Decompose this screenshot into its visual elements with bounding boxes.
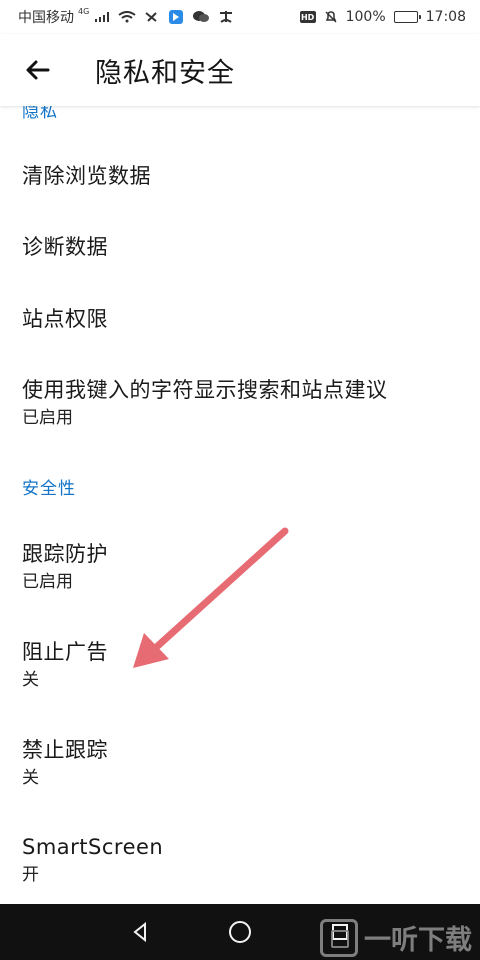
back-button[interactable]: [10, 42, 66, 98]
nav-home-button[interactable]: [218, 910, 262, 954]
triangle-back-icon: [133, 921, 146, 943]
diagnostic-data-label: 诊断数据: [22, 235, 108, 259]
tracking-prevention-item[interactable]: 跟踪防护 已启用: [0, 540, 480, 594]
search-suggestions-item[interactable]: 使用我键入的字符显示搜索和站点建议 已启用: [0, 376, 480, 430]
clear-browsing-data-item[interactable]: 清除浏览数据: [0, 162, 480, 190]
tracking-prevention-status: 已启用: [22, 572, 73, 592]
smartscreen-item[interactable]: SmartScreen 开: [0, 833, 480, 887]
page-title: 隐私和安全: [95, 57, 235, 89]
status-time: 17:08: [425, 9, 466, 25]
watermark-text: 一听下载: [364, 925, 472, 956]
alipay-icon: [218, 10, 234, 24]
smartscreen-label: SmartScreen: [22, 835, 164, 859]
back-arrow-icon: [26, 60, 50, 80]
carrier-name: 中国移动: [18, 10, 74, 26]
network-type: 4G: [78, 6, 90, 16]
muted-call-icon: [144, 10, 160, 24]
bell-off-icon: [324, 10, 338, 24]
status-left: 中国移动 4G: [18, 7, 234, 27]
hd-icon: HD: [299, 11, 316, 23]
circle-home-icon: [229, 921, 251, 943]
status-right: HD 100% 17:08: [299, 9, 466, 25]
security-section-title: 安全性: [22, 479, 76, 499]
do-not-track-label: 禁止跟踪: [22, 738, 108, 762]
do-not-track-item[interactable]: 禁止跟踪 关: [0, 736, 480, 790]
smartscreen-status: 开: [22, 865, 39, 885]
clear-browsing-data-label: 清除浏览数据: [22, 164, 151, 188]
app-header: 隐私和安全: [0, 34, 480, 106]
site-permissions-label: 站点权限: [22, 307, 108, 331]
search-suggestions-label: 使用我键入的字符显示搜索和站点建议: [22, 378, 388, 402]
block-ads-label: 阻止广告: [22, 640, 108, 664]
site-permissions-item[interactable]: 站点权限: [0, 305, 480, 333]
do-not-track-status: 关: [22, 768, 39, 788]
privacy-section-title: 隐私: [22, 106, 58, 122]
wifi-icon: [118, 11, 136, 23]
app-notification-icon: [168, 9, 184, 25]
battery-icon: [393, 11, 421, 23]
watermark-logo-icon: [320, 918, 358, 957]
signal-icon: [94, 11, 110, 23]
search-suggestions-status: 已启用: [22, 408, 73, 428]
diagnostic-data-item[interactable]: 诊断数据: [0, 233, 480, 261]
settings-content[interactable]: 隐私 清除浏览数据 诊断数据 站点权限 使用我键入的字符显示搜索和站点建议 已启…: [0, 106, 480, 904]
block-ads-status: 关: [22, 670, 39, 690]
watermark: 一听下载: [320, 918, 472, 957]
tracking-prevention-label: 跟踪防护: [22, 542, 108, 566]
nav-back-button[interactable]: [118, 910, 162, 954]
battery-percent: 100%: [345, 9, 386, 25]
status-bar: 中国移动 4G HD 100% 17:08: [0, 0, 480, 34]
block-ads-item[interactable]: 阻止广告 关: [0, 638, 480, 692]
wechat-icon: [192, 10, 210, 24]
